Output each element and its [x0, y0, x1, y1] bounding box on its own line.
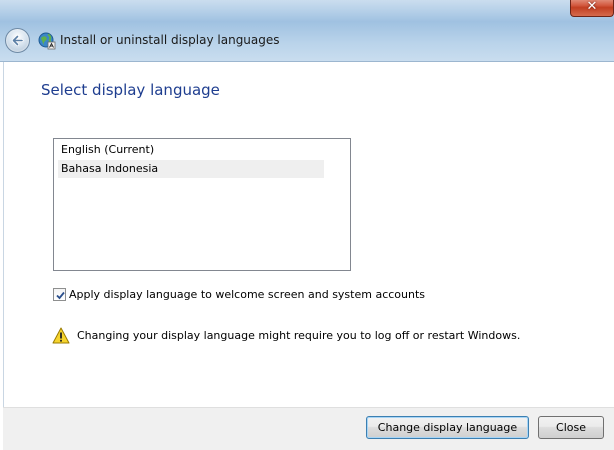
change-display-language-button[interactable]: Change display language [366, 416, 529, 439]
back-arrow-icon [12, 35, 24, 46]
checkmark-icon [56, 291, 65, 300]
close-icon: ✕ [586, 0, 598, 14]
window-title: Install or uninstall display languages [60, 33, 280, 47]
apply-welcome-label: Apply display language to welcome screen… [69, 288, 426, 301]
warning-message: Changing your display language might req… [77, 329, 521, 342]
back-button[interactable] [5, 28, 30, 53]
apply-welcome-checkbox[interactable] [53, 288, 66, 301]
language-listbox[interactable]: English (Current) Bahasa Indonesia [53, 138, 351, 271]
dialog-window: ✕ Install or uninstall display languages… [0, 0, 614, 450]
page-title: Select display language [41, 81, 220, 99]
warning-icon [52, 327, 70, 344]
list-item-english[interactable]: English (Current) [58, 141, 324, 159]
title-bar: ✕ Install or uninstall display languages [0, 0, 614, 62]
list-item-bahasa-indonesia[interactable]: Bahasa Indonesia [58, 160, 324, 178]
window-close-button[interactable]: ✕ [570, 0, 614, 17]
close-button[interactable]: Close [538, 416, 604, 439]
language-globe-icon [38, 32, 56, 50]
